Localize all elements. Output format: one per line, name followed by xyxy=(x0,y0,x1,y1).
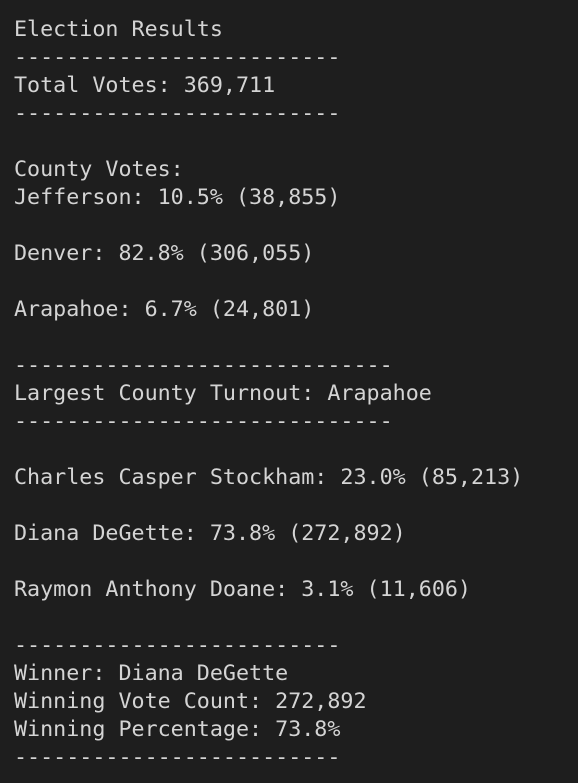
county-line-denver: Denver: 82.8% (306,055) xyxy=(14,241,315,266)
divider: ------------------------- xyxy=(14,745,341,770)
terminal-window: Election Results ------------------------… xyxy=(0,0,578,783)
divider: ----------------------------- xyxy=(14,353,393,378)
results-title: Election Results xyxy=(14,17,223,42)
winner-line: Winner: Diana DeGette xyxy=(14,661,289,686)
divider: ------------------------- xyxy=(14,633,341,658)
terminal-output: Election Results ------------------------… xyxy=(14,16,578,772)
candidate-line-stockham: Charles Casper Stockham: 23.0% (85,213) xyxy=(14,465,524,490)
county-line-arapahoe: Arapahoe: 6.7% (24,801) xyxy=(14,297,315,322)
divider: ------------------------- xyxy=(14,101,341,126)
candidate-line-doane: Raymon Anthony Doane: 3.1% (11,606) xyxy=(14,577,471,602)
divider: ------------------------- xyxy=(14,45,341,70)
candidate-line-degette: Diana DeGette: 73.8% (272,892) xyxy=(14,521,406,546)
largest-county-turnout-line: Largest County Turnout: Arapahoe xyxy=(14,381,432,406)
winning-percentage-line: Winning Percentage: 73.8% xyxy=(14,717,341,742)
total-votes-line: Total Votes: 369,711 xyxy=(14,73,276,98)
county-votes-heading: County Votes: xyxy=(14,157,184,182)
winning-vote-count-line: Winning Vote Count: 272,892 xyxy=(14,689,367,714)
county-line-jefferson: Jefferson: 10.5% (38,855) xyxy=(14,185,341,210)
divider: ----------------------------- xyxy=(14,409,393,434)
